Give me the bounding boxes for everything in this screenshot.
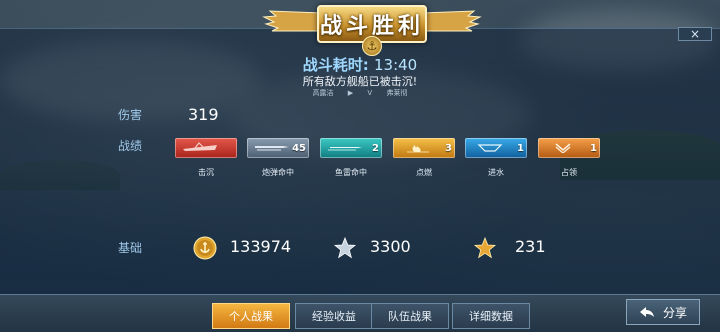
shell-hit-icon [255,146,289,151]
close-button[interactable]: × [678,27,712,41]
medal-sunk-label: 击沉 [198,168,214,177]
medal-sunk[interactable] [175,138,237,158]
coins-value: 133974 [230,237,292,256]
exp-value: 3300 [370,237,411,256]
duration-value: 13:40 [374,56,418,74]
result-message: 所有敌方舰船已被击沉! [302,75,418,88]
medal-capture-label: 占领 [561,168,577,177]
play-arrow-icon: ▶ [347,89,354,97]
medal-flooding-label: 进水 [488,168,504,177]
tab-experience-earnings[interactable]: 经验收益 [295,303,373,329]
flooding-icon [477,144,503,152]
medal-fire[interactable]: 3 [393,138,455,158]
share-arrow-icon [639,307,654,317]
medal-fire-label: 点燃 [416,168,432,177]
torpedo-hit-icon [328,147,362,151]
rank-star-icon [473,236,497,259]
achievements-label: 战绩 [118,139,143,153]
medal-flooding[interactable]: 1 [465,138,527,158]
rank-value: 231 [515,237,546,256]
capture-icon [555,143,571,153]
anchor-icon: ⚓ [362,36,382,56]
exp-star-icon [333,236,357,259]
vs-label: V [367,89,373,97]
base-label: 基础 [118,241,143,255]
medal-shell-hit-label: 炮弹命中 [262,168,294,177]
damage-value: 319 [188,105,219,124]
ship-sunk-icon [183,142,217,151]
right-wing-icon [422,10,482,32]
fire-icon [407,145,429,153]
player-right-name: 弗莱彻 [386,89,408,97]
share-label: 分享 [662,305,687,320]
player-left-name: 高露洁 [312,89,334,97]
medal-capture[interactable]: 1 [538,138,600,158]
tab-detailed-data[interactable]: 详细数据 [452,303,530,329]
tab-personal-results[interactable]: 个人战果 [212,303,290,329]
medal-shell-hit[interactable]: 45 [247,138,309,158]
matchup: 高露洁 ▶ V 弗莱彻 [0,88,720,98]
medal-torpedo-hit-label: 鱼雷命中 [335,168,367,177]
medal-torpedo-hit[interactable]: 2 [320,138,382,158]
tab-team-results[interactable]: 队伍战果 [371,303,449,329]
close-icon: × [689,27,701,41]
damage-label: 伤害 [118,108,143,122]
share-button[interactable]: 分享 [626,299,700,325]
battle-duration: 战斗耗时: 13:40 [0,54,720,75]
duration-label: 战斗耗时: [302,56,369,74]
victory-emblem: 战斗胜利 ⚓ [262,0,482,56]
coin-icon [193,236,217,260]
left-wing-icon [262,10,322,32]
